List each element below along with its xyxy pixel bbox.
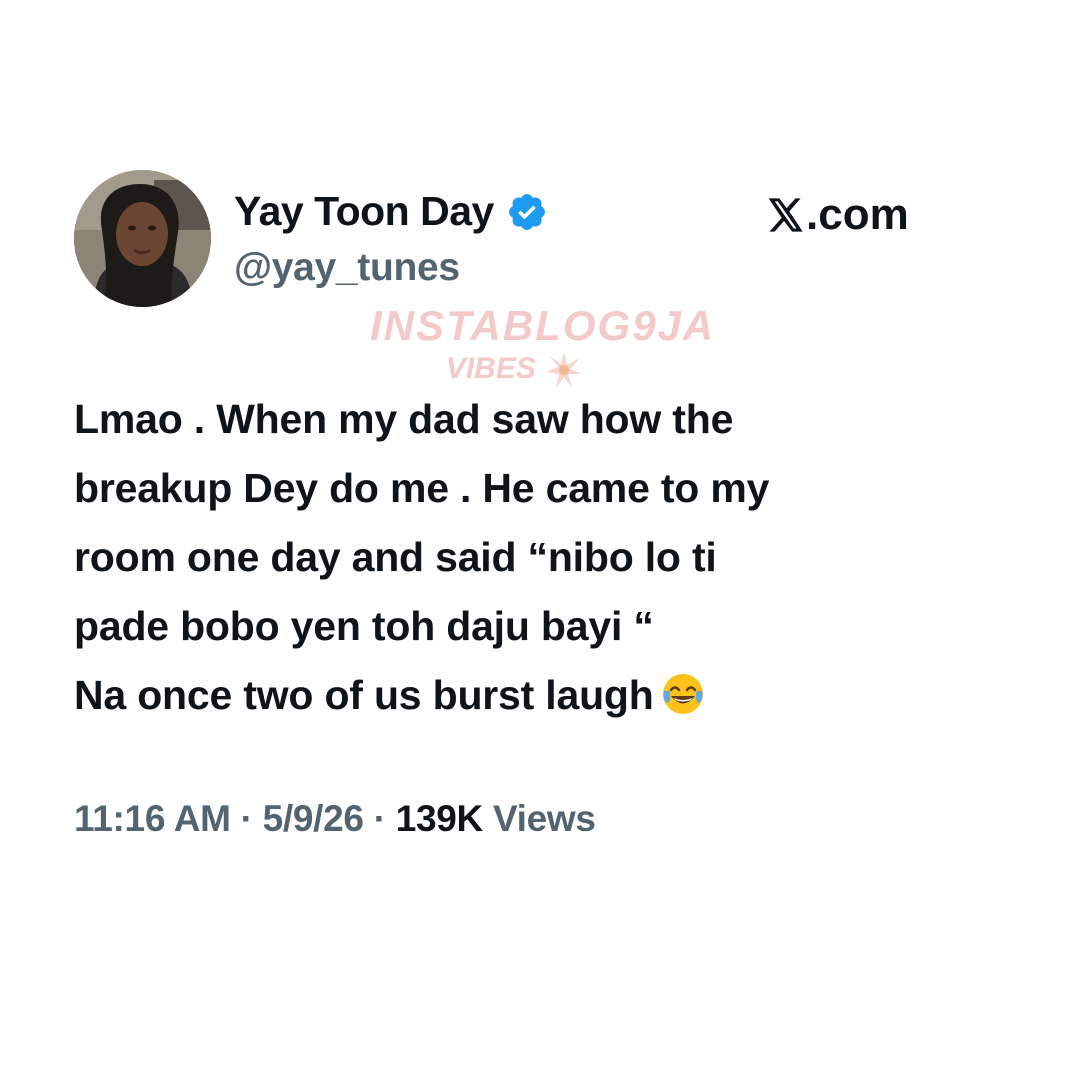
x-logo-icon <box>764 195 804 235</box>
name-row: Yay Toon Day <box>234 188 548 235</box>
tweet-meta: 11:16 AM · 5/9/26 · 139K Views <box>74 798 596 840</box>
tweet-line: room one day and said “nibo lo ti <box>74 534 717 580</box>
spark-icon <box>544 350 584 390</box>
meta-separator: · <box>240 798 253 839</box>
watermark: INSTABLOG9JA VIBES <box>370 302 713 390</box>
tweet-time[interactable]: 11:16 AM <box>74 798 231 839</box>
watermark-sub-label: VIBES <box>445 351 536 385</box>
brand-label: .com <box>806 190 909 239</box>
watermark-sub: VIBES <box>340 350 690 390</box>
tweet-line: Lmao . When my dad saw how the <box>74 396 734 442</box>
tweet-date[interactable]: 5/9/26 <box>263 798 364 839</box>
tweet-body: Lmao . When my dad saw how the breakup D… <box>74 385 1014 730</box>
tweet-line: breakup Dey do me . He came to my <box>74 465 770 511</box>
tweet-line: pade bobo yen toh daju bayi “ <box>74 603 654 649</box>
tweet-line-last: Na once two of us burst laugh <box>74 661 1014 730</box>
meta-separator: · <box>373 798 386 839</box>
verified-badge-icon <box>506 191 548 233</box>
tears-of-joy-emoji-icon <box>660 669 706 715</box>
display-name[interactable]: Yay Toon Day <box>234 188 494 235</box>
brand-x-com: .com <box>764 190 909 240</box>
handle[interactable]: @yay_tunes <box>234 246 460 290</box>
views-count: 139K <box>395 798 484 839</box>
tweet-header: Yay Toon Day @yay_tunes .com <box>74 170 1014 310</box>
avatar[interactable] <box>74 170 211 307</box>
views-label: Views <box>492 798 596 839</box>
tweet-card: Yay Toon Day @yay_tunes .com <box>74 170 1014 310</box>
tweet-line-text: Na once two of us burst laugh <box>74 672 654 718</box>
